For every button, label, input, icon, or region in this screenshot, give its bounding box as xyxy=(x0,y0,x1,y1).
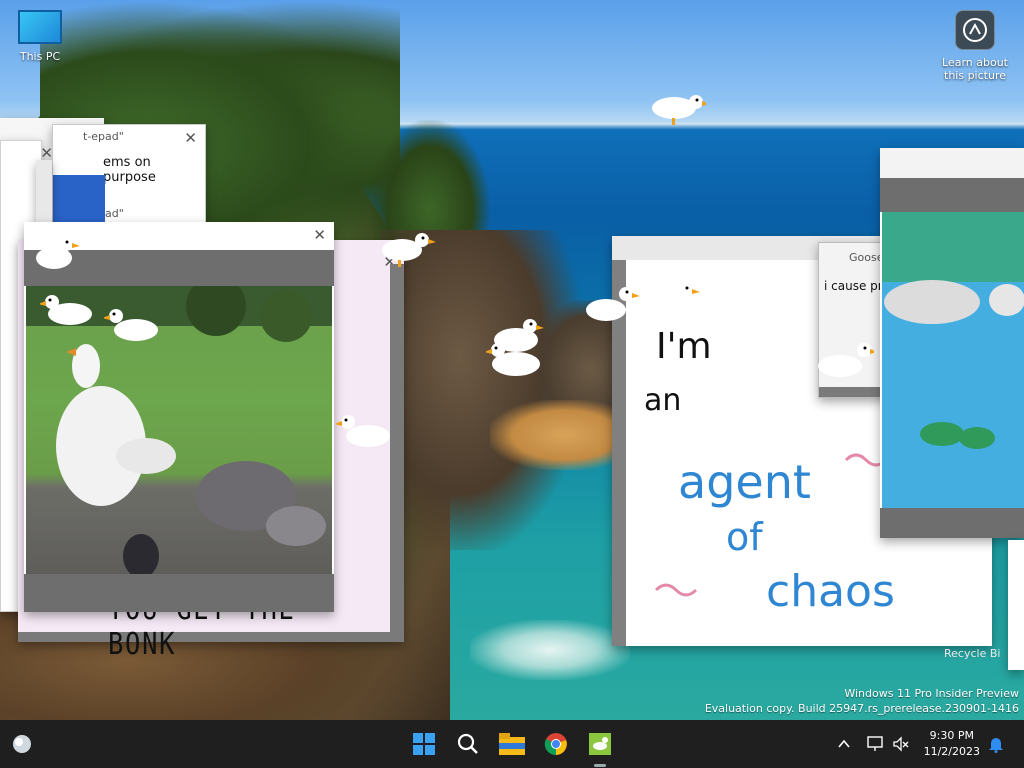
goose-icon[interactable] xyxy=(380,228,436,268)
chrome-icon[interactable] xyxy=(540,728,572,760)
close-icon[interactable]: ✕ xyxy=(313,227,326,243)
desktop-goose-icon[interactable] xyxy=(584,728,616,760)
notepad-text[interactable]: ems on purpose xyxy=(103,155,205,185)
drawing-text-line4: of xyxy=(726,515,764,559)
this-pc-label: This PC xyxy=(19,50,61,63)
volume-muted-icon[interactable] xyxy=(892,720,910,768)
learn-label-line2: this picture xyxy=(944,69,1006,82)
goose-icon[interactable] xyxy=(818,340,874,380)
image-window[interactable] xyxy=(880,148,1024,538)
taskbar-clock[interactable]: 9:30 PM 11/2/2023 xyxy=(924,728,980,760)
goose-window-title: Goose xyxy=(849,251,884,264)
learn-about-picture-desktop-icon[interactable]: Learn about this picture xyxy=(934,10,1016,82)
watermark-line2: Evaluation copy. Build 25947.rs_prerelea… xyxy=(704,702,1019,715)
goose-icon[interactable] xyxy=(584,284,640,324)
drawing-text-line3: agent xyxy=(678,455,811,509)
goose-gif-window[interactable]: ✕ xyxy=(24,222,334,612)
clock-time: 9:30 PM xyxy=(929,729,974,742)
start-icon[interactable] xyxy=(408,728,440,760)
this-pc-desktop-icon[interactable]: This PC xyxy=(0,10,80,63)
goose-icon[interactable] xyxy=(486,340,542,380)
search-icon[interactable] xyxy=(452,728,484,760)
close-icon[interactable]: ✕ xyxy=(40,145,53,161)
drawing-text-line1: I'm xyxy=(656,326,712,367)
close-icon[interactable]: ✕ xyxy=(184,130,197,146)
notification-bell-icon[interactable] xyxy=(988,720,1004,768)
chevron-up-icon[interactable] xyxy=(836,720,852,768)
drawing-text-line5: chaos xyxy=(766,566,895,617)
file-explorer-icon[interactable] xyxy=(496,728,528,760)
camera-lens-icon xyxy=(955,10,995,50)
window-edge-right xyxy=(1008,540,1024,670)
notepad-title: t-epad" xyxy=(83,130,124,143)
goose-window-text[interactable]: i cause pr xyxy=(824,279,883,293)
goose-icon[interactable] xyxy=(644,282,700,322)
goose-icon[interactable] xyxy=(104,306,160,346)
goose-icon[interactable] xyxy=(40,290,96,330)
pond-image xyxy=(882,212,1024,508)
monitor-icon xyxy=(18,10,62,44)
recycle-bin-label[interactable]: Recycle Bi xyxy=(944,647,1000,660)
network-icon[interactable] xyxy=(866,720,884,768)
weather-icon[interactable] xyxy=(6,728,38,760)
goose-icon[interactable] xyxy=(650,88,706,128)
clock-date: 11/2/2023 xyxy=(923,745,980,758)
goose-icon[interactable] xyxy=(30,234,86,274)
learn-label-line1: Learn about xyxy=(942,56,1008,69)
taskbar: 9:30 PM 11/2/2023 xyxy=(0,720,1024,768)
windows-watermark: Windows 11 Pro Insider Preview Evaluatio… xyxy=(705,686,1019,716)
watermark-line1: Windows 11 Pro Insider Preview xyxy=(844,687,1019,700)
notepad-window[interactable]: t-epad" ✕ ems on purpose t-epad" xyxy=(52,124,206,226)
drawing-text-line2: an xyxy=(644,383,681,418)
goose-icon[interactable] xyxy=(336,412,392,452)
